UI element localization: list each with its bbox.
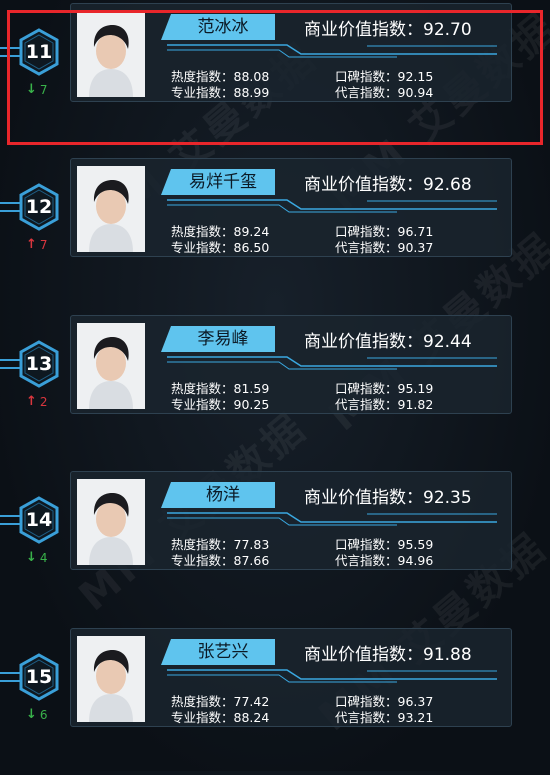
rank-number: 14 [25, 509, 53, 531]
rank-change: ↓ 6 [26, 707, 48, 722]
rank-change: ↑ 2 [26, 394, 48, 409]
business-value-index: 商业价值指数：91.88 [304, 640, 472, 665]
endorsement-index-label: 代言指数 [335, 397, 386, 412]
business-value-score: 91.88 [423, 645, 472, 665]
business-value-label: 商业价值指数 [304, 645, 406, 665]
highlight-box [7, 10, 543, 145]
celebrity-name: 张艺兴 [161, 639, 275, 665]
rank-number: 13 [25, 353, 53, 375]
endorsement-index-value: 93.21 [397, 710, 434, 725]
label-colon: ： [406, 175, 423, 195]
avatar [77, 323, 145, 409]
label-colon: ： [221, 710, 234, 725]
label-colon: ： [221, 397, 234, 412]
connector-line [0, 202, 20, 212]
label-colon: ： [385, 397, 398, 412]
celebrity-card[interactable]: 李易峰 商业价值指数：92.44 热度指数：81.59 专业指数：90.25 口… [70, 315, 512, 414]
endorsement-index: 代言指数：90.37 [335, 237, 433, 256]
business-value-score: 92.44 [423, 332, 472, 352]
ranking-row[interactable]: 11 ↓ 7 范冰冰 商业价值指数：92.70 热度指数：88.08 专业指数：… [0, 0, 550, 150]
business-value-label: 商业价值指数 [304, 488, 406, 508]
endorsement-index-label: 代言指数 [335, 240, 386, 255]
professional-index: 专业指数：87.66 [171, 550, 269, 569]
business-value-index: 商业价值指数：92.68 [304, 170, 472, 195]
avatar [77, 479, 145, 565]
rank-change: ↑ 7 [26, 237, 48, 252]
rank-change-value: 2 [39, 394, 48, 409]
label-colon: ： [221, 240, 234, 255]
endorsement-index-value: 90.37 [397, 240, 434, 255]
celebrity-name: 易烊千玺 [161, 169, 275, 195]
professional-index-label: 专业指数 [171, 397, 222, 412]
endorsement-index: 代言指数：93.21 [335, 707, 433, 726]
ranking-row[interactable]: 15 ↓ 6 张艺兴 商业价值指数：91.88 热度指数：77.42 专业指数：… [0, 625, 550, 775]
connector-line [0, 672, 20, 682]
person-portrait-icon [77, 636, 145, 722]
rank-badge: 14 [18, 496, 60, 544]
celebrity-card[interactable]: 张艺兴 商业价值指数：91.88 热度指数：77.42 专业指数：88.24 口… [70, 628, 512, 727]
person-portrait-icon [77, 479, 145, 565]
arrow-up-icon: ↑ [26, 237, 37, 252]
professional-index-label: 专业指数 [171, 553, 222, 568]
person-portrait-icon [77, 166, 145, 252]
label-colon: ： [406, 645, 423, 665]
ranking-row[interactable]: 13 ↑ 2 李易峰 商业价值指数：92.44 热度指数：81.59 专业指数：… [0, 312, 550, 462]
endorsement-index: 代言指数：94.96 [335, 550, 433, 569]
professional-index: 专业指数：90.25 [171, 394, 269, 413]
business-value-score: 92.68 [423, 175, 472, 195]
business-value-index: 商业价值指数：92.44 [304, 327, 472, 352]
rank-change: ↓ 4 [26, 550, 48, 565]
rank-badge: 15 [18, 653, 60, 701]
arrow-down-icon: ↓ [26, 707, 37, 722]
rank-change-value: 6 [39, 707, 48, 722]
professional-index-value: 87.66 [233, 553, 270, 568]
professional-index-value: 90.25 [233, 397, 270, 412]
arrow-up-icon: ↑ [26, 394, 37, 409]
rank-change-value: 4 [39, 550, 48, 565]
rank-number: 12 [25, 196, 53, 218]
professional-index: 专业指数：86.50 [171, 237, 269, 256]
endorsement-index: 代言指数：91.82 [335, 394, 433, 413]
person-portrait-icon [77, 323, 145, 409]
endorsement-index-label: 代言指数 [335, 710, 386, 725]
rank-number: 15 [25, 666, 53, 688]
professional-index-value: 88.24 [233, 710, 270, 725]
professional-index-label: 专业指数 [171, 240, 222, 255]
label-colon: ： [385, 710, 398, 725]
decorative-lines [167, 199, 497, 213]
celebrity-name: 杨洋 [161, 482, 275, 508]
label-colon: ： [406, 332, 423, 352]
business-value-score: 92.35 [423, 488, 472, 508]
celebrity-name: 李易峰 [161, 326, 275, 352]
decorative-lines [167, 356, 497, 370]
rank-badge: 13 [18, 340, 60, 388]
decorative-lines [167, 669, 497, 683]
professional-index-label: 专业指数 [171, 710, 222, 725]
label-colon: ： [406, 488, 423, 508]
ranking-row[interactable]: 12 ↑ 7 易烊千玺 商业价值指数：92.68 热度指数：89.24 专业指数… [0, 155, 550, 305]
label-colon: ： [221, 553, 234, 568]
rank-change-value: 7 [39, 237, 48, 252]
connector-line [0, 359, 20, 369]
business-value-label: 商业价值指数 [304, 332, 406, 352]
celebrity-card[interactable]: 杨洋 商业价值指数：92.35 热度指数：77.83 专业指数：87.66 口碑… [70, 471, 512, 570]
label-colon: ： [385, 240, 398, 255]
connector-line [0, 515, 20, 525]
rank-badge: 12 [18, 183, 60, 231]
business-value-index: 商业价值指数：92.35 [304, 483, 472, 508]
professional-index-value: 86.50 [233, 240, 270, 255]
ranking-row[interactable]: 14 ↓ 4 杨洋 商业价值指数：92.35 热度指数：77.83 专业指数：8… [0, 468, 550, 618]
endorsement-index-label: 代言指数 [335, 553, 386, 568]
professional-index: 专业指数：88.24 [171, 707, 269, 726]
decorative-lines [167, 512, 497, 526]
label-colon: ： [385, 553, 398, 568]
endorsement-index-value: 94.96 [397, 553, 434, 568]
business-value-label: 商业价值指数 [304, 175, 406, 195]
endorsement-index-value: 91.82 [397, 397, 434, 412]
avatar [77, 636, 145, 722]
arrow-down-icon: ↓ [26, 550, 37, 565]
celebrity-card[interactable]: 易烊千玺 商业价值指数：92.68 热度指数：89.24 专业指数：86.50 … [70, 158, 512, 257]
avatar [77, 166, 145, 252]
